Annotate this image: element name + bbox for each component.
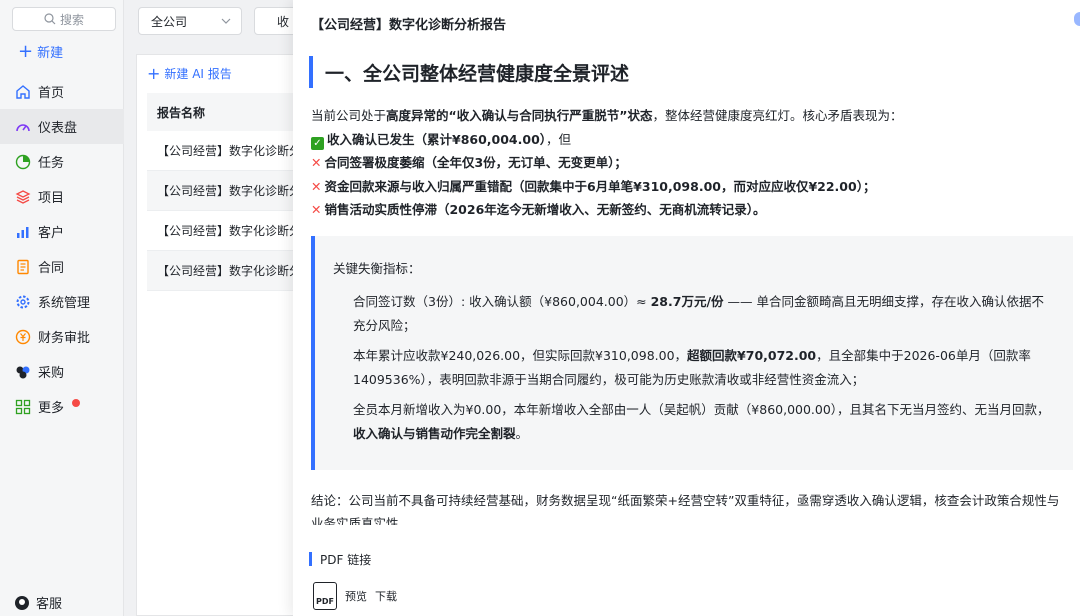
search-input[interactable]: 搜索 (12, 7, 116, 31)
customer-icon (14, 223, 32, 241)
intro-pre: 当前公司处于 (311, 108, 387, 123)
search-icon (44, 13, 56, 25)
new-ai-report-button[interactable]: + 新建 AI 报告 (147, 65, 232, 82)
indicator-2-bold: 超额回款¥70,072.00 (687, 348, 817, 363)
indicator-3-pre: 全员本月新增收入为¥0.00，本年新增收入全部由一人（吴起帆）贡献（¥860,0… (353, 402, 1050, 417)
new-button-label: 新建 (37, 46, 64, 61)
intro-line: 当前公司处于高度异常的“收入确认与合同执行严重脱节”状态，整体经营健康度亮红灯。… (311, 104, 1071, 128)
task-icon (14, 153, 32, 171)
filter-bar: 全公司 收 (124, 0, 314, 42)
indicator-3-bold: 收入确认与销售动作完全割裂 (353, 426, 516, 441)
sidebar-item-settings[interactable]: 系统管理 (0, 284, 124, 319)
report-intro: 当前公司处于高度异常的“收入确认与合同执行严重脱节”状态，整体经营健康度亮红灯。… (311, 104, 1071, 222)
bullet-1: ✓ 收入确认已发生（累计¥860,004.00），但 (311, 128, 1071, 152)
customer-service-button[interactable]: 客服 (14, 593, 62, 612)
table-row[interactable]: 【公司经营】数字化诊断分析报告 (147, 171, 307, 211)
plus-icon: + (147, 63, 161, 83)
sidebar-item-label: 项目 (38, 191, 65, 206)
notification-dot (72, 398, 81, 407)
contract-icon (14, 258, 32, 276)
sidebar: 搜索 + 新建 首页 仪表盘 任务 项目 客户 合同 系统管理 财务审批 采购 … (0, 0, 124, 616)
bullet-2: ✕ 合同签署极度萎缩（全年仅3份，无订单、无变更单）； (311, 151, 1071, 175)
sidebar-item-dashboard[interactable]: 仪表盘 (0, 109, 124, 144)
bullet-1-bold: 收入确认已发生（累计¥860,004.00） (327, 131, 547, 147)
new-button[interactable]: + 新建 (18, 42, 63, 61)
indicator-3-post: 。 (515, 426, 529, 441)
intro-post: ，整体经营健康度亮红灯。核心矛盾表现为： (652, 108, 903, 123)
sidebar-item-label: 合同 (38, 261, 65, 276)
intro-bold: 高度异常的“收入确认与合同执行严重脱节”状态 (386, 108, 653, 123)
table-row[interactable]: 【公司经营】数字化诊断分析报告 (147, 251, 307, 291)
pdf-download-link[interactable]: 下载 (375, 588, 397, 604)
bullet-4-text: 销售活动实质性停滞（2026年迄今无新增收入、无新签约、无商机流转记录）。 (324, 202, 766, 217)
indicator-2-pre: 本年累计应收款¥240,026.00，但实际回款¥310,098.00， (353, 348, 688, 363)
sidebar-item-label: 首页 (38, 86, 65, 101)
conclusion: 结论：公司当前不具备可持续经营基础，财务数据呈现“纸面繁荣+经营空转”双重特征，… (311, 493, 1060, 525)
check-icon: ✓ (311, 136, 324, 150)
search-placeholder: 搜索 (59, 12, 84, 27)
sidebar-item-purchase[interactable]: 采购 (0, 354, 124, 389)
sidebar-item-finance[interactable]: 财务审批 (0, 319, 124, 354)
more-icon (14, 398, 32, 416)
section-heading: 一、全公司整体经营健康度全景评述 (309, 56, 629, 88)
drawer-title: 【公司经营】数字化诊断分析报告 (311, 18, 507, 33)
sidebar-item-project[interactable]: 项目 (0, 179, 124, 214)
new-ai-report-label: 新建 AI 报告 (164, 67, 232, 81)
company-select-value: 全公司 (151, 14, 188, 29)
cross-icon: ✕ (311, 178, 322, 194)
sidebar-nav: 首页 仪表盘 任务 项目 客户 合同 系统管理 财务审批 采购 更多 (0, 74, 124, 424)
bullet-1-post: ，但 (546, 131, 572, 147)
sidebar-item-label: 财务审批 (38, 331, 91, 346)
sidebar-item-more[interactable]: 更多 (0, 389, 124, 424)
bullet-3: ✕ 资金回款来源与收入归属严重错配（回款集中于6月单笔¥310,098.00，而对… (311, 175, 1071, 199)
project-icon (14, 188, 32, 206)
finance-icon (14, 328, 32, 346)
company-select[interactable]: 全公司 (138, 7, 242, 35)
key-indicators-block: 关键失衡指标： 合同签订数（3份）: 收入确认额（¥860,004.00）≈ 2… (311, 236, 1073, 470)
home-icon (14, 83, 32, 101)
purchase-icon (14, 363, 32, 381)
indicator-1-bold: 28.7万元/份 (650, 294, 724, 309)
sidebar-item-label: 更多 (38, 401, 65, 416)
report-list-panel: + 新建 AI 报告 报告名称 【公司经营】数字化诊断分析报告 【公司经营】数字… (136, 54, 307, 616)
second-filter-value: 收 (277, 14, 290, 29)
table-header-name: 报告名称 (147, 93, 307, 131)
plus-icon: + (18, 40, 34, 62)
sidebar-item-contract[interactable]: 合同 (0, 249, 124, 284)
bullet-4: ✕ 销售活动实质性停滞（2026年迄今无新增收入、无新签约、无商机流转记录）。 (311, 198, 1071, 222)
quote-title: 关键失衡指标： (333, 261, 421, 276)
pdf-file-row: PDF 预览 下载 (313, 582, 397, 610)
sidebar-item-customer[interactable]: 客户 (0, 214, 124, 249)
pdf-section: PDF 链接 PDF 预览 下载 (293, 536, 1080, 616)
pdf-section-title: PDF 链接 (309, 552, 371, 567)
bullet-2-text: 合同签署极度萎缩（全年仅3份，无订单、无变更单）； (324, 155, 627, 170)
pdf-file-icon: PDF (313, 582, 337, 610)
sidebar-item-label: 仪表盘 (38, 121, 78, 136)
headset-icon (15, 595, 29, 610)
bullet-3-text: 资金回款来源与收入归属严重错配（回款集中于6月单笔¥310,098.00，而对应… (324, 178, 876, 194)
indicator-1-pre: 合同签订数（3份）: 收入确认额（¥860,004.00）≈ (353, 294, 651, 309)
table-row[interactable]: 【公司经营】数字化诊断分析报告 (147, 131, 307, 171)
sidebar-item-label: 采购 (38, 366, 65, 381)
pdf-preview-link[interactable]: 预览 (345, 588, 367, 604)
indicator-3: 全员本月新增收入为¥0.00，本年新增收入全部由一人（吴起帆）贡献（¥860,0… (353, 398, 1053, 446)
dashboard-icon (14, 118, 32, 136)
sidebar-item-label: 系统管理 (38, 296, 91, 311)
cross-icon: ✕ (311, 155, 322, 170)
cross-icon: ✕ (311, 202, 322, 217)
table-row[interactable]: 【公司经营】数字化诊断分析报告 (147, 211, 307, 251)
service-label: 客服 (36, 597, 63, 612)
sidebar-item-task[interactable]: 任务 (0, 144, 124, 179)
report-drawer: 【公司经营】数字化诊断分析报告 一、全公司整体经营健康度全景评述 当前公司处于高… (293, 0, 1080, 616)
settings-icon (14, 293, 32, 311)
indicator-1: 合同签订数（3份）: 收入确认额（¥860,004.00）≈ 28.7万元/份 … (353, 290, 1053, 338)
indicator-2: 本年累计应收款¥240,026.00，但实际回款¥310,098.00，超额回款… (353, 344, 1053, 392)
chevron-down-icon (221, 18, 231, 24)
sidebar-item-label: 客户 (38, 226, 65, 241)
sidebar-item-label: 任务 (38, 156, 65, 171)
sidebar-item-home[interactable]: 首页 (0, 74, 124, 109)
drawer-handle[interactable] (1074, 12, 1080, 26)
report-table: 报告名称 【公司经营】数字化诊断分析报告 【公司经营】数字化诊断分析报告 【公司… (147, 93, 307, 291)
